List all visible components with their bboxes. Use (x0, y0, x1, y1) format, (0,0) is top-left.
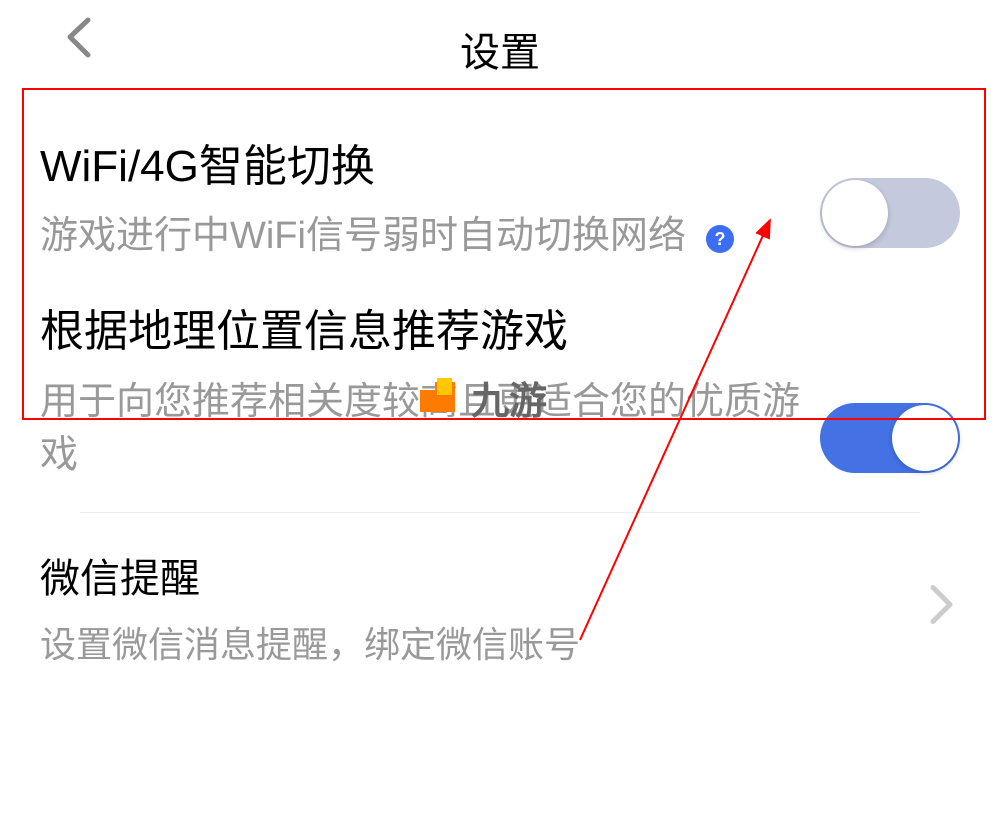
setting-title: 根据地理位置信息推荐游戏 (40, 303, 800, 360)
page-title: 设置 (30, 20, 970, 78)
setting-description: 用于向您推荐相关度较高且更适合您的优质游戏 (40, 381, 800, 476)
setting-content: WiFi/4G智能切换 游戏进行中WiFi信号弱时自动切换网络 ? (40, 138, 800, 263)
chevron-left-icon (60, 15, 100, 60)
back-button[interactable] (60, 15, 100, 65)
setting-title: 微信提醒 (40, 553, 900, 605)
setting-wifi-switch[interactable]: WiFi/4G智能切换 游戏进行中WiFi信号弱时自动切换网络 ? (40, 108, 960, 293)
header: 设置 (0, 0, 1000, 108)
help-icon[interactable]: ? (706, 225, 734, 253)
setting-content: 根据地理位置信息推荐游戏 用于向您推荐相关度较高且更适合您的优质游戏 (40, 303, 800, 482)
setting-content: 微信提醒 设置微信消息提醒，绑定微信账号 (40, 553, 900, 670)
toggle-knob (892, 405, 958, 471)
settings-list: WiFi/4G智能切换 游戏进行中WiFi信号弱时自动切换网络 ? 根据地理位置… (0, 108, 1000, 700)
location-toggle[interactable] (820, 403, 960, 473)
chevron-right-icon (925, 579, 960, 634)
toggle-knob (822, 180, 888, 246)
setting-description: 游戏进行中WiFi信号弱时自动切换网络 (40, 210, 686, 263)
wifi-toggle[interactable] (820, 178, 960, 248)
setting-title: WiFi/4G智能切换 (40, 138, 800, 195)
setting-location-recommend[interactable]: 根据地理位置信息推荐游戏 用于向您推荐相关度较高且更适合您的优质游戏 (40, 293, 960, 512)
setting-description: 设置微信消息提醒，绑定微信账号 (40, 624, 580, 665)
setting-wechat-reminder[interactable]: 微信提醒 设置微信消息提醒，绑定微信账号 (40, 513, 960, 700)
